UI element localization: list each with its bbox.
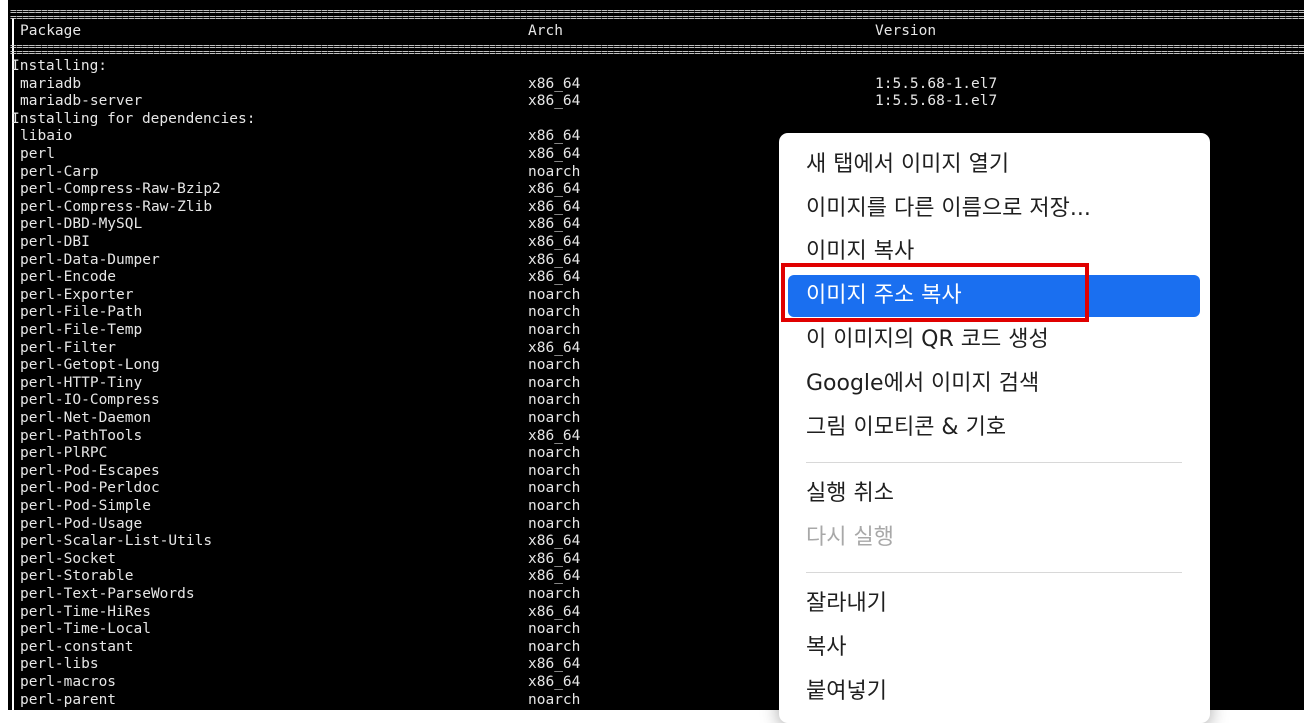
- section-heading-label: Installing:: [11, 58, 108, 74]
- package-arch: x86_64: [528, 269, 581, 286]
- package-name: perl-Time-Local: [20, 621, 151, 638]
- package-name: perl-Getopt-Long: [20, 357, 160, 374]
- package-row: mariadb-server x86_64 1:5.5.68-1.el7: [8, 93, 1298, 111]
- menu-separator: [806, 572, 1182, 573]
- package-name: perl-macros: [20, 674, 117, 690]
- package-name: perl-Pod-Escapes: [20, 462, 160, 479]
- package-name: perl-Compress-Raw-Zlib: [20, 198, 213, 215]
- separator-line-top-2: ========================================…: [10, 14, 1304, 22]
- package-arch: x86_64: [528, 656, 581, 673]
- package-name: perl-PathTools: [20, 427, 143, 444]
- package-name: perl-PlRPC: [20, 445, 108, 462]
- section-heading-label: Installing for dependencies:: [11, 110, 256, 127]
- package-name: libaio: [20, 128, 73, 145]
- package-name: perl-Encode: [20, 269, 117, 286]
- package-arch: x86_64: [528, 533, 581, 550]
- menu-item-copy-image[interactable]: 이미지 복사: [788, 231, 1200, 273]
- package-arch: x86_64: [528, 75, 581, 92]
- package-arch: noarch: [528, 163, 581, 180]
- package-name: perl-Time-HiRes: [20, 603, 151, 620]
- package-row: mariadb x86_64 1:5.5.68-1.el7: [8, 76, 1298, 94]
- package-arch: x86_64: [528, 128, 581, 145]
- package-name: mariadb: [20, 75, 82, 92]
- menu-separator: [806, 462, 1182, 463]
- package-name: perl-Filter: [20, 339, 117, 356]
- package-name: perl: [20, 146, 55, 162]
- package-version: 1:5.5.68-1.el7: [875, 75, 998, 92]
- package-name: perl-Exporter: [20, 286, 134, 303]
- package-arch: noarch: [528, 691, 581, 708]
- package-arch: x86_64: [528, 234, 581, 250]
- package-name: perl-Storable: [20, 568, 134, 585]
- menu-item-undo[interactable]: 실행 취소: [788, 473, 1200, 515]
- package-arch: noarch: [528, 638, 581, 655]
- package-arch: x86_64: [528, 181, 581, 198]
- header-package: Package: [20, 23, 82, 39]
- package-arch: noarch: [528, 374, 581, 391]
- package-name: perl-Pod-Simple: [20, 498, 151, 514]
- package-arch: x86_64: [528, 216, 581, 233]
- package-arch: x86_64: [528, 550, 581, 567]
- package-name: perl-parent: [20, 691, 117, 708]
- package-arch: x86_64: [528, 603, 581, 620]
- menu-item-paste[interactable]: 붙여넣기: [788, 671, 1200, 713]
- package-arch: x86_64: [528, 93, 581, 110]
- package-arch: x86_64: [528, 568, 581, 585]
- package-arch: noarch: [528, 410, 581, 426]
- package-arch: noarch: [528, 304, 581, 321]
- package-name: perl-constant: [20, 638, 134, 655]
- menu-item-save-image-as[interactable]: 이미지를 다른 이름으로 저장...: [788, 188, 1200, 230]
- package-name: perl-libs: [20, 656, 99, 673]
- package-arch: x86_64: [528, 146, 581, 162]
- package-arch: noarch: [528, 286, 581, 303]
- section-heading: Installing for dependencies:: [8, 111, 1298, 129]
- package-name: perl-HTTP-Tiny: [20, 374, 143, 391]
- package-name: perl-Carp: [20, 163, 99, 180]
- menu-item-cut[interactable]: 잘라내기: [788, 583, 1200, 625]
- package-arch: noarch: [528, 621, 581, 638]
- package-name: mariadb-server: [20, 93, 143, 110]
- package-name: perl-File-Path: [20, 304, 143, 321]
- package-version: 1:5.5.68-1.el7: [875, 93, 998, 110]
- package-name: perl-Text-ParseWords: [20, 586, 195, 602]
- package-name: perl-Compress-Raw-Bzip2: [20, 181, 221, 198]
- menu-item-copy-image-address[interactable]: 이미지 주소 복사: [788, 275, 1200, 317]
- package-name: perl-Scalar-List-Utils: [20, 533, 213, 550]
- header-version: Version: [875, 23, 937, 39]
- menu-item-emoji-symbols[interactable]: 그림 이모티콘 & 기호: [788, 407, 1200, 449]
- package-arch: noarch: [528, 586, 581, 602]
- package-name: perl-Pod-Perldoc: [20, 480, 160, 497]
- package-name: perl-Data-Dumper: [20, 251, 160, 268]
- menu-item-copy[interactable]: 복사: [788, 627, 1200, 669]
- package-arch: noarch: [528, 322, 581, 338]
- package-arch: noarch: [528, 480, 581, 497]
- package-name: perl-Pod-Usage: [20, 515, 143, 532]
- menu-item-create-qr-code[interactable]: 이 이미지의 QR 코드 생성: [788, 319, 1200, 361]
- package-arch: x86_64: [528, 339, 581, 356]
- package-name: perl-DBD-MySQL: [20, 216, 143, 233]
- package-name: perl-IO-Compress: [20, 392, 160, 409]
- menu-item-redo: 다시 실행: [806, 525, 894, 550]
- menu-item-open-image-new-tab[interactable]: 새 탭에서 이미지 열기: [788, 144, 1200, 186]
- package-name: perl-Socket: [20, 550, 117, 567]
- header-arch: Arch: [528, 23, 563, 39]
- package-arch: x86_64: [528, 427, 581, 444]
- package-name: perl-DBI: [20, 234, 90, 250]
- package-arch: noarch: [528, 515, 581, 532]
- package-arch: noarch: [528, 445, 581, 462]
- package-arch: noarch: [528, 357, 581, 374]
- section-heading: Installing:: [8, 58, 1298, 76]
- context-menu: 새 탭에서 이미지 열기 이미지를 다른 이름으로 저장... 이미지 복사 이미지 …: [779, 133, 1210, 723]
- package-arch: noarch: [528, 392, 581, 409]
- package-name: perl-File-Temp: [20, 322, 143, 338]
- package-arch: noarch: [528, 462, 581, 479]
- separator-line-header-2: ========================================…: [10, 49, 1304, 57]
- package-arch: x86_64: [528, 198, 581, 215]
- package-name: perl-Net-Daemon: [20, 410, 151, 426]
- package-arch: noarch: [528, 498, 581, 514]
- package-arch: x86_64: [528, 251, 581, 268]
- menu-item-search-image-google[interactable]: Google에서 이미지 검색: [788, 363, 1200, 405]
- package-arch: x86_64: [528, 674, 581, 690]
